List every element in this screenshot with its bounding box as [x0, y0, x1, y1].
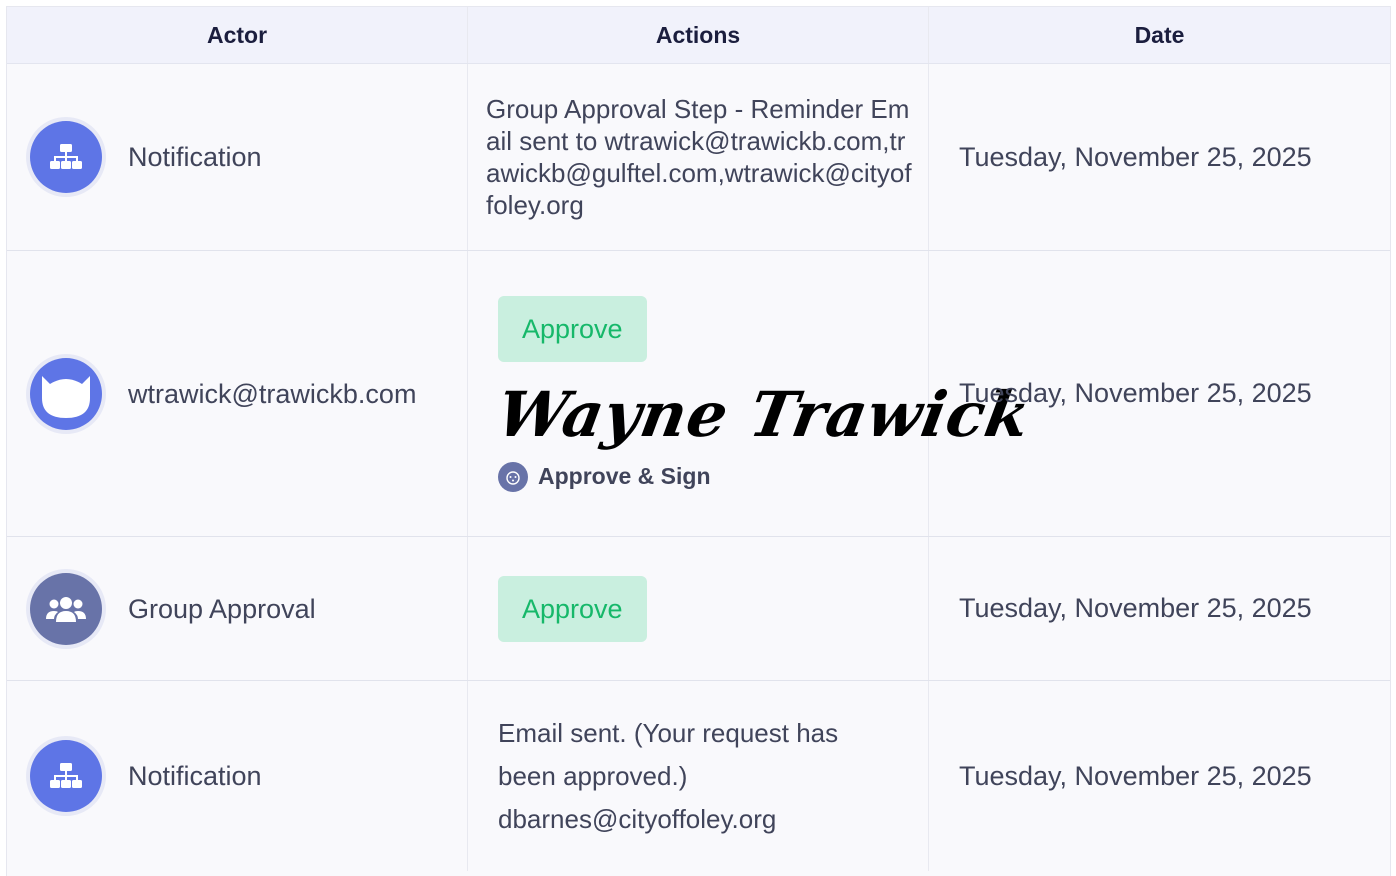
actor-cell: Notification [7, 64, 468, 250]
actor-avatar [26, 736, 106, 816]
audit-trail-table: Actor Actions Date Notification Group Ap… [6, 6, 1391, 876]
date-cell: Tuesday, November 25, 2025 [929, 64, 1390, 250]
column-header-actor: Actor [7, 7, 468, 63]
date-cell: Tuesday, November 25, 2025 [929, 537, 1390, 680]
column-header-actions: Actions [468, 7, 929, 63]
actions-cell: Approve Wayne Trawick Approve & Sign [468, 251, 1036, 536]
column-header-date-label: Date [1134, 21, 1185, 48]
actor-avatar [26, 117, 106, 197]
approve-sign-icon [498, 461, 528, 492]
actor-name: Group Approval [128, 593, 316, 624]
actor-cell: Group Approval [7, 537, 468, 680]
date-cell: Tuesday, November 25, 2025 [929, 681, 1390, 871]
action-description: Group Approval Step - Reminder Email sen… [486, 94, 912, 220]
actor-avatar [26, 353, 106, 434]
date-cell: Tuesday, November 25, 2025 [929, 251, 1390, 536]
actions-cell: Group Approval Step - Reminder Email sen… [468, 64, 929, 250]
actor-name: Notification [128, 142, 262, 172]
actor-name: Notification [128, 761, 262, 791]
users-icon [30, 572, 102, 645]
actions-cell: Approve [468, 537, 929, 680]
actor-avatar [26, 568, 106, 649]
table-row: Group Approval Approve Tuesday, November… [7, 537, 1390, 681]
table-header: Actor Actions Date [7, 7, 1390, 64]
sitemap-icon [30, 740, 102, 812]
action-date: Tuesday, November 25, 2025 [959, 141, 1312, 172]
action-description: Email sent. (Your request has been appro… [498, 717, 839, 834]
action-date: Tuesday, November 25, 2025 [959, 760, 1312, 791]
actor-cell: wtrawick@trawickb.com [7, 251, 468, 536]
cat-avatar-icon [30, 357, 102, 430]
actions-cell: Email sent. (Your request has been appro… [468, 681, 929, 871]
column-header-actions-label: Actions [655, 21, 741, 48]
column-header-actor-label: Actor [206, 21, 268, 48]
approve-badge: Approve [498, 295, 647, 362]
column-header-date: Date [929, 7, 1390, 63]
table-row: Notification Group Approval Step - Remin… [7, 64, 1390, 251]
action-date: Tuesday, November 25, 2025 [959, 593, 1312, 623]
action-date: Tuesday, November 25, 2025 [959, 378, 1312, 408]
sitemap-icon [30, 121, 102, 193]
actor-cell: Notification [7, 681, 468, 871]
approval-action: Approve [498, 575, 647, 642]
actor-name: wtrawick@trawickb.com [128, 378, 417, 409]
table-row: Notification Email sent. (Your request h… [7, 681, 1390, 871]
approve-sign-text: Approve & Sign [538, 463, 711, 489]
table-row: wtrawick@trawickb.com Approve Wayne Traw… [7, 251, 1390, 537]
approve-badge: Approve [498, 575, 647, 642]
